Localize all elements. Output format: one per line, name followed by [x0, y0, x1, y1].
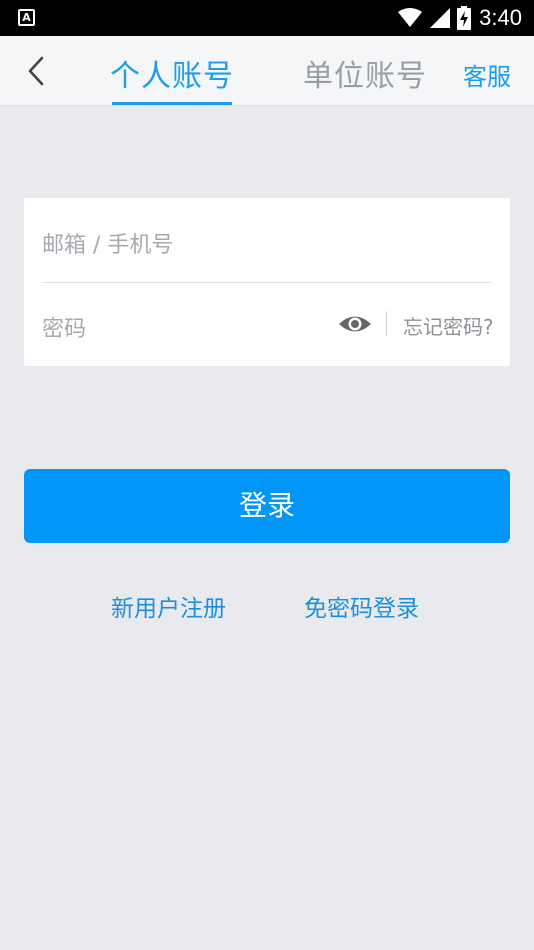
register-link[interactable]: 新用户注册: [111, 589, 226, 623]
password-input[interactable]: 密码: [42, 311, 86, 343]
header: 个人账号 单位账号 客服: [0, 36, 534, 106]
field-separator: [386, 311, 387, 336]
clock: 3:40: [479, 5, 522, 30]
chevron-left-icon[interactable]: [22, 54, 52, 88]
forgot-password-link[interactable]: 忘记密码?: [403, 311, 494, 340]
eye-icon[interactable]: [338, 311, 372, 337]
status-bar: A 3:40: [0, 0, 534, 36]
signal-icon: [430, 8, 451, 28]
tab-unit-account[interactable]: 单位账号: [303, 51, 427, 95]
customer-service-link[interactable]: 客服: [463, 57, 511, 92]
login-form: 邮箱 / 手机号 密码 忘记密码?: [24, 198, 510, 366]
app-notification-icon: A: [18, 9, 35, 26]
wifi-icon: [398, 8, 423, 27]
account-input[interactable]: 邮箱 / 手机号: [42, 227, 173, 259]
active-tab-indicator: [112, 102, 232, 105]
field-divider: [42, 282, 492, 283]
passwordless-login-link[interactable]: 免密码登录: [304, 589, 419, 623]
tab-personal-account[interactable]: 个人账号: [110, 51, 234, 95]
login-button[interactable]: 登录: [24, 469, 510, 543]
battery-charging-icon: [457, 6, 472, 30]
